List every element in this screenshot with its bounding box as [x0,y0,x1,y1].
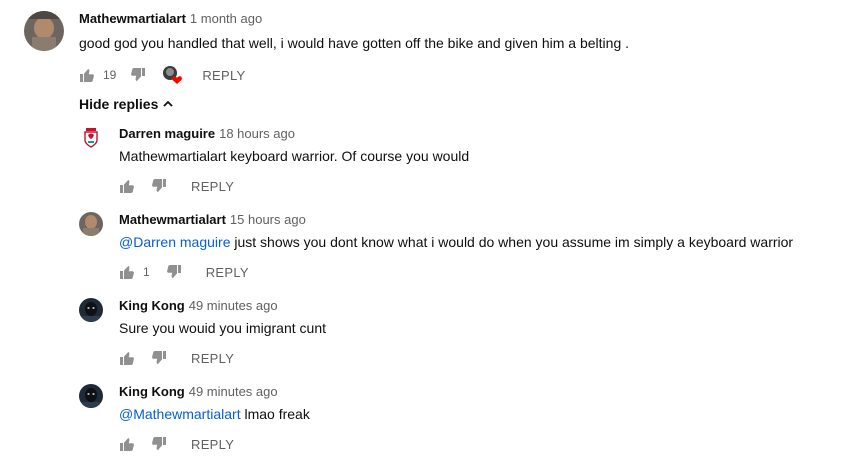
avatar-image [79,384,103,408]
comment-text: Sure you wouid you imigrant cunt [119,318,326,338]
reply-comment: King Kong 49 minutes ago Sure you wouid y… [0,294,845,380]
creator-heart-icon [162,65,184,85]
avatar[interactable] [79,126,103,150]
timestamp[interactable]: 18 hours ago [219,126,295,141]
thumbs-down-icon[interactable] [151,178,167,194]
timestamp[interactable]: 15 hours ago [230,212,306,227]
reply-button[interactable]: REPLY [191,179,234,194]
thumbs-up-icon[interactable] [119,178,135,194]
comment-header: King Kong 49 minutes ago [119,384,278,400]
action-bar: REPLY [119,434,234,454]
comment-header: Mathewmartialart 15 hours ago [119,212,306,228]
thumbs-up-icon[interactable] [79,67,95,83]
comment-body: just shows you dont know what i would do… [230,234,794,250]
club-crest-icon [79,126,103,150]
reply-button[interactable]: REPLY [206,265,249,280]
thumbs-down-icon[interactable] [151,350,167,366]
top-comment: Mathewmartialart 1 month ago good god you… [0,0,845,96]
reply-comment: Mathewmartialart 15 hours ago @Darren mag… [0,208,845,294]
like-count: 1 [143,265,150,279]
mention-link[interactable]: @Darren maguire [119,234,230,250]
thumbs-up-icon[interactable] [119,436,135,452]
comment-header: Darren maguire 18 hours ago [119,126,295,142]
avatar[interactable] [79,384,103,408]
thumbs-down-icon[interactable] [166,264,182,280]
comment-text: good god you handled that well, i would … [79,35,630,51]
reply-comment: Darren maguire 18 hours ago Mathewmartial… [0,122,845,208]
comment-body: Mathewmartialart keyboard warrior. Of co… [119,148,470,164]
avatar-image [79,212,103,236]
avatar-image [79,298,103,322]
avatar[interactable] [79,212,103,236]
author-name[interactable]: Mathewmartialart [79,11,186,26]
thumbs-down-icon[interactable] [130,67,146,83]
comment-body: lmao freak [240,406,310,422]
timestamp[interactable]: 49 minutes ago [189,384,278,399]
author-name[interactable]: King Kong [119,384,185,399]
timestamp[interactable]: 49 minutes ago [189,298,278,313]
thumbs-up-icon[interactable] [119,350,135,366]
thumbs-up-icon[interactable] [119,264,135,280]
comment-text: Mathewmartialart keyboard warrior. Of co… [119,146,469,166]
action-bar: REPLY [119,348,234,368]
reply-button[interactable]: REPLY [191,351,234,366]
author-name[interactable]: Darren maguire [119,126,215,141]
avatar-image [24,11,64,51]
like-count: 19 [103,68,117,82]
author-name[interactable]: King Kong [119,298,185,313]
avatar[interactable] [24,11,64,51]
comment-header: King Kong 49 minutes ago [119,298,278,314]
comment-body: Sure you wouid you imigrant cunt [119,320,326,336]
avatar[interactable] [79,298,103,322]
timestamp[interactable]: 1 month ago [190,11,262,26]
action-bar: REPLY [119,176,234,196]
thumbs-down-icon[interactable] [151,436,167,452]
comment-text: @Mathewmartialart lmao freak [119,404,310,424]
action-bar: 1 REPLY [119,262,249,282]
reply-button[interactable]: REPLY [191,437,234,452]
comment-text: @Darren maguire just shows you dont know… [119,232,793,252]
chevron-up-icon [163,100,174,107]
reply-comment: King Kong 49 minutes ago @Mathewmartialar… [0,380,845,458]
reply-button[interactable]: REPLY [202,68,245,83]
author-name[interactable]: Mathewmartialart [119,212,226,227]
action-bar: 19 REPLY [79,65,246,85]
comment-header: Mathewmartialart 1 month ago [79,11,262,27]
hide-replies-button[interactable]: Hide replies [79,96,174,112]
mention-link[interactable]: @Mathewmartialart [119,406,241,422]
hide-replies-label: Hide replies [79,96,159,112]
